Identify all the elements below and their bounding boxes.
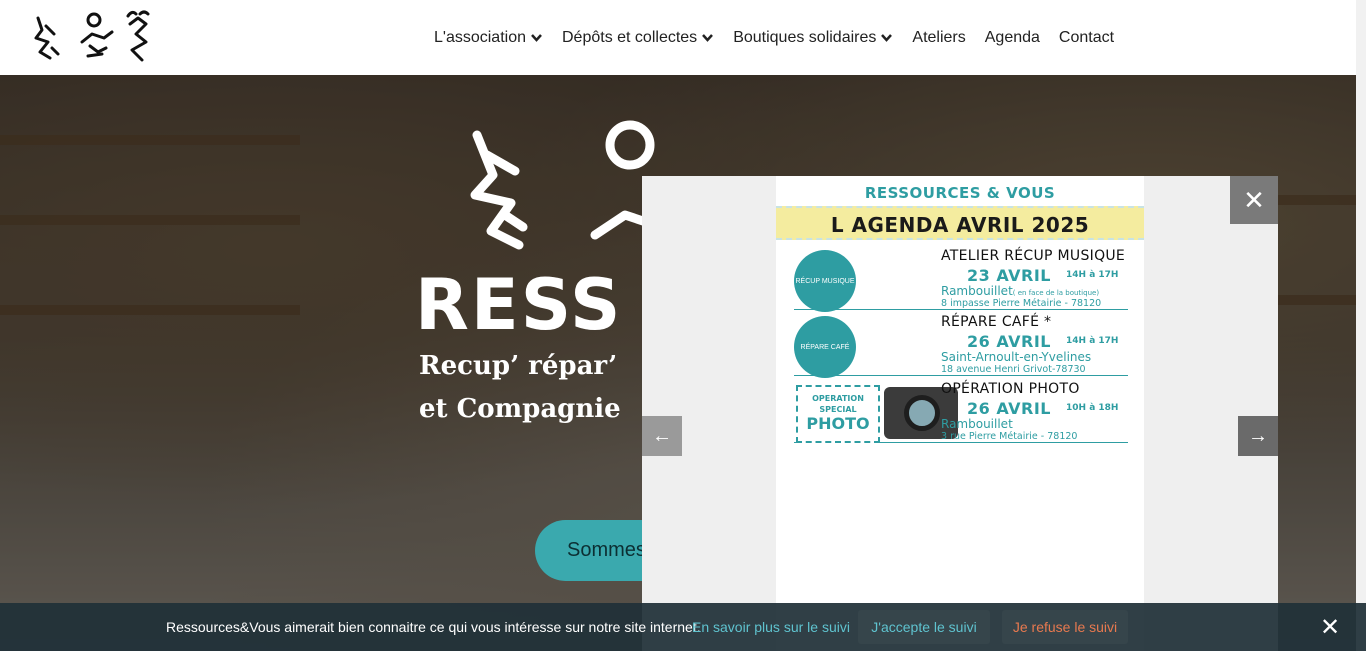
poster-banner: L AGENDA AVRIL 2025: [776, 206, 1144, 240]
event-date: 23 AVRIL: [967, 266, 1051, 285]
nav-item-label: L'association: [434, 28, 526, 46]
nav-item-association[interactable]: L'association: [434, 29, 543, 47]
poster-event: RÉPARE CAFÉ RÉPARE CAFÉ * 26 AVRIL 14H à…: [794, 312, 1128, 378]
nav-item-boutiques[interactable]: Boutiques solidaires: [733, 29, 893, 47]
nav-item-depots[interactable]: Dépôts et collectes: [562, 29, 714, 47]
nav-item-label: Contact: [1058, 28, 1115, 46]
photo-operation-badge: OPERATION SPECIAL PHOTO: [796, 385, 880, 443]
chevron-down-icon: [531, 33, 542, 42]
event-title: OPÉRATION PHOTO: [941, 381, 1080, 397]
close-icon[interactable]: ✕: [1230, 176, 1278, 224]
site-logo[interactable]: [32, 8, 158, 66]
nav-item-contact[interactable]: Contact: [1059, 29, 1114, 47]
nav-item-label: Ateliers: [912, 28, 966, 46]
coffee-cup-badge-icon: RÉPARE CAFÉ: [794, 316, 856, 378]
chevron-down-icon: [702, 33, 714, 42]
cookie-message: Ressources&Vous aimerait bien connaitre …: [166, 619, 701, 635]
agenda-lightbox: RESSOURCES & VOUS L AGENDA AVRIL 2025 RÉ…: [642, 176, 1278, 651]
event-address: 8 impasse Pierre Métairie - 78120: [941, 298, 1102, 309]
badge-line: PHOTO: [806, 414, 870, 433]
poster-event: RÉCUP MUSIQUE ATELIER RÉCUP MUSIQUE 23 A…: [794, 246, 1128, 312]
event-address: 3 rue Pierre Métairie - 78120: [941, 431, 1078, 442]
hero-subtitle-line: Recup’ répar’: [419, 351, 618, 381]
cookie-more-link[interactable]: En savoir plus sur le suivi: [692, 619, 850, 635]
hero-subtitle-line: et Compagnie: [419, 394, 621, 424]
poster-event: OPERATION SPECIAL PHOTO OPÉRATION PHOTO …: [794, 379, 1128, 443]
arrow-left-icon[interactable]: ←: [642, 416, 682, 456]
background-shelf: [0, 305, 300, 315]
background-shelf: [0, 215, 300, 225]
arrow-right-icon[interactable]: →: [1238, 416, 1278, 456]
poster-header: RESSOURCES & VOUS: [864, 184, 1056, 202]
cookie-consent-bar: Ressources&Vous aimerait bien connaitre …: [0, 603, 1366, 651]
event-hours: 10H à 18H: [1066, 403, 1119, 413]
nav-item-agenda[interactable]: Agenda: [985, 29, 1040, 47]
close-icon[interactable]: ✕: [1318, 614, 1342, 641]
event-place: Saint-Arnoult-en-Yvelines: [941, 350, 1092, 364]
camera-lens: [904, 395, 940, 431]
nav-item-label: Dépôts et collectes: [562, 28, 698, 46]
badge-line: OPERATION: [812, 394, 864, 403]
nav-item-label: Boutiques solidaires: [733, 28, 877, 46]
event-title: ATELIER RÉCUP MUSIQUE: [941, 248, 1126, 264]
chevron-down-icon: [881, 33, 893, 42]
event-place: Rambouillet: [941, 417, 1013, 431]
event-hours: 14H à 17H: [1066, 270, 1119, 280]
music-badge-icon: RÉCUP MUSIQUE: [794, 250, 856, 312]
hero-logo-illustration: [470, 120, 655, 250]
event-address: 18 avenue Henri Grivot-78730: [941, 364, 1086, 375]
event-title: RÉPARE CAFÉ *: [941, 314, 1052, 330]
hero-title: RESS: [415, 264, 623, 346]
agenda-poster: RESSOURCES & VOUS L AGENDA AVRIL 2025 RÉ…: [776, 176, 1144, 651]
nav-item-label: Agenda: [984, 28, 1040, 46]
site-header: L'association Dépôts et collectes Boutiq…: [0, 0, 1356, 75]
event-place-name: Rambouillet: [941, 284, 1013, 298]
background-shelf: [0, 135, 300, 145]
hero-subtitle: Recup’ répar’ et Compagnie: [419, 345, 621, 431]
cookie-accept-button[interactable]: J'accepte le suivi: [858, 610, 990, 644]
event-date: 26 AVRIL: [967, 399, 1051, 418]
cookie-refuse-button[interactable]: Je refuse le suivi: [1002, 610, 1128, 644]
nav-item-ateliers[interactable]: Ateliers: [912, 29, 965, 47]
event-hours: 14H à 17H: [1066, 336, 1119, 346]
main-nav: L'association Dépôts et collectes Boutiq…: [434, 0, 1133, 75]
event-place-note: ( en face de la boutique): [1012, 289, 1100, 297]
event-date: 26 AVRIL: [967, 332, 1051, 351]
event-place: Rambouillet( en face de la boutique): [941, 284, 1099, 298]
page-scrollbar[interactable]: [1356, 0, 1366, 651]
